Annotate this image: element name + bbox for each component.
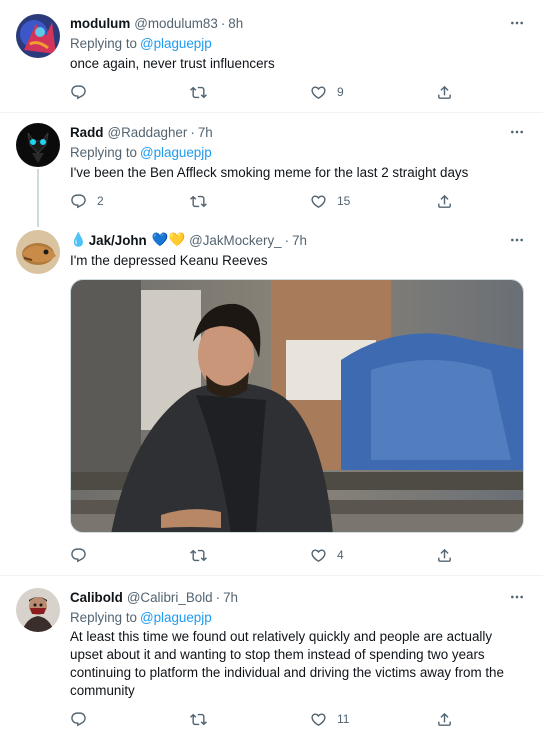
display-name[interactable]: Jak/John <box>89 233 147 248</box>
tweet-actions: 9 <box>70 82 490 102</box>
like-button[interactable]: 9 <box>310 82 344 102</box>
like-icon <box>310 547 327 564</box>
retweet-icon <box>190 711 207 728</box>
timestamp[interactable]: 7h <box>198 125 213 140</box>
tweet-text-line: continuing to platform the individual an… <box>70 665 504 680</box>
tweet-radd[interactable]: Radd @Raddagher · 7h Replying to @plaguep… <box>0 113 543 227</box>
reply-icon <box>70 193 87 210</box>
yellow-heart-icon: 💛 <box>168 232 186 247</box>
keanu-photo <box>71 280 523 532</box>
avatar-jakjohn[interactable] <box>16 230 60 274</box>
tweet-text: once again, never trust influencers <box>70 56 275 71</box>
tweet-header: 💧 Jak/John 💙 💛 @JakMockery_ · 7h <box>70 231 307 249</box>
more-icon[interactable] <box>509 589 525 605</box>
user-handle[interactable]: @Raddagher <box>107 125 187 140</box>
like-count: 11 <box>337 712 350 726</box>
like-icon <box>310 193 327 210</box>
like-count: 4 <box>337 548 344 562</box>
separator-dot: · <box>284 232 290 248</box>
timestamp[interactable]: 8h <box>228 16 243 31</box>
user-handle[interactable]: @JakMockery_ <box>189 233 281 248</box>
like-button[interactable]: 15 <box>310 191 350 211</box>
like-button[interactable]: 11 <box>310 709 349 729</box>
tweet-text: At least this time we found out relative… <box>70 628 530 700</box>
tweet-media-image[interactable] <box>70 279 524 533</box>
reply-button[interactable] <box>70 709 97 729</box>
tweet-header: Radd @Raddagher · 7h <box>70 123 213 141</box>
tweet-header: modulum @modulum83 · 8h <box>70 14 243 32</box>
replying-to: Replying to @plaguepjp <box>70 145 212 160</box>
tweet-text: I've been the Ben Affleck smoking meme f… <box>70 165 469 180</box>
reply-count: 2 <box>97 194 104 208</box>
share-button[interactable] <box>436 545 453 565</box>
like-icon <box>310 84 327 101</box>
tweet-actions: 11 <box>70 709 490 729</box>
tweet-actions: 4 <box>70 545 490 565</box>
retweet-button[interactable] <box>190 191 217 211</box>
tweet-text-line: community <box>70 683 135 698</box>
share-icon <box>436 547 453 564</box>
display-name[interactable]: Calibold <box>70 590 123 605</box>
more-icon[interactable] <box>509 15 525 31</box>
replying-to: Replying to @plaguepjp <box>70 610 212 625</box>
user-handle[interactable]: @Calibri_Bold <box>127 590 213 605</box>
retweet-icon <box>190 84 207 101</box>
display-name[interactable]: modulum <box>70 16 130 31</box>
mention-link[interactable]: @plaguepjp <box>140 36 212 51</box>
reply-button[interactable]: 2 <box>70 191 104 211</box>
like-icon <box>310 711 327 728</box>
share-icon <box>436 84 453 101</box>
retweet-icon <box>190 547 207 564</box>
mention-link[interactable]: @plaguepjp <box>140 145 212 160</box>
reply-button[interactable] <box>70 82 97 102</box>
reply-button[interactable] <box>70 545 97 565</box>
reply-icon <box>70 84 87 101</box>
thread-line <box>37 169 39 227</box>
retweet-icon <box>190 193 207 210</box>
replying-to-prefix: Replying to <box>70 145 137 160</box>
tweet-actions: 2 15 <box>70 191 490 211</box>
share-icon <box>436 193 453 210</box>
separator-dot: · <box>215 589 221 605</box>
share-button[interactable] <box>436 191 453 211</box>
share-button[interactable] <box>436 82 453 102</box>
tweet-calibold[interactable]: Calibold @Calibri_Bold · 7h Replying to @… <box>0 576 543 740</box>
avatar-modulum[interactable] <box>16 14 60 58</box>
retweet-button[interactable] <box>190 545 217 565</box>
replying-to-prefix: Replying to <box>70 610 137 625</box>
more-icon[interactable] <box>509 232 525 248</box>
share-button[interactable] <box>436 709 453 729</box>
replying-to: Replying to @plaguepjp <box>70 36 212 51</box>
timestamp[interactable]: 7h <box>292 233 307 248</box>
avatar-calibold[interactable] <box>16 588 60 632</box>
like-button[interactable]: 4 <box>310 545 344 565</box>
blue-heart-icon: 💙 <box>151 232 169 247</box>
retweet-button[interactable] <box>190 82 217 102</box>
avatar-radd[interactable] <box>16 123 60 167</box>
user-handle[interactable]: @modulum83 <box>134 16 218 31</box>
replying-to-prefix: Replying to <box>70 36 137 51</box>
droplet-icon: 💧 <box>70 232 87 247</box>
tweet-text-line: upset about it and wanting to stop them … <box>70 647 485 662</box>
tweet-jakjohn[interactable]: 💧 Jak/John 💙 💛 @JakMockery_ · 7h I'm the… <box>0 221 543 575</box>
separator-dot: · <box>190 124 195 140</box>
tweet-text-line: At least this time we found out relative… <box>70 629 493 644</box>
reply-icon <box>70 711 87 728</box>
tweet-text: I'm the depressed Keanu Reeves <box>70 253 268 268</box>
more-icon[interactable] <box>509 124 525 140</box>
like-count: 15 <box>337 194 351 208</box>
like-count: 9 <box>337 85 344 99</box>
tweet-header: Calibold @Calibri_Bold · 7h <box>70 588 238 606</box>
display-name[interactable]: Radd <box>70 125 103 140</box>
tweet-modulum[interactable]: modulum @modulum83 · 8h Replying to @plag… <box>0 0 543 112</box>
retweet-button[interactable] <box>190 709 217 729</box>
timestamp[interactable]: 7h <box>223 590 238 605</box>
separator-dot: · <box>220 15 226 31</box>
mention-link[interactable]: @plaguepjp <box>140 610 212 625</box>
share-icon <box>436 711 453 728</box>
reply-icon <box>70 547 87 564</box>
